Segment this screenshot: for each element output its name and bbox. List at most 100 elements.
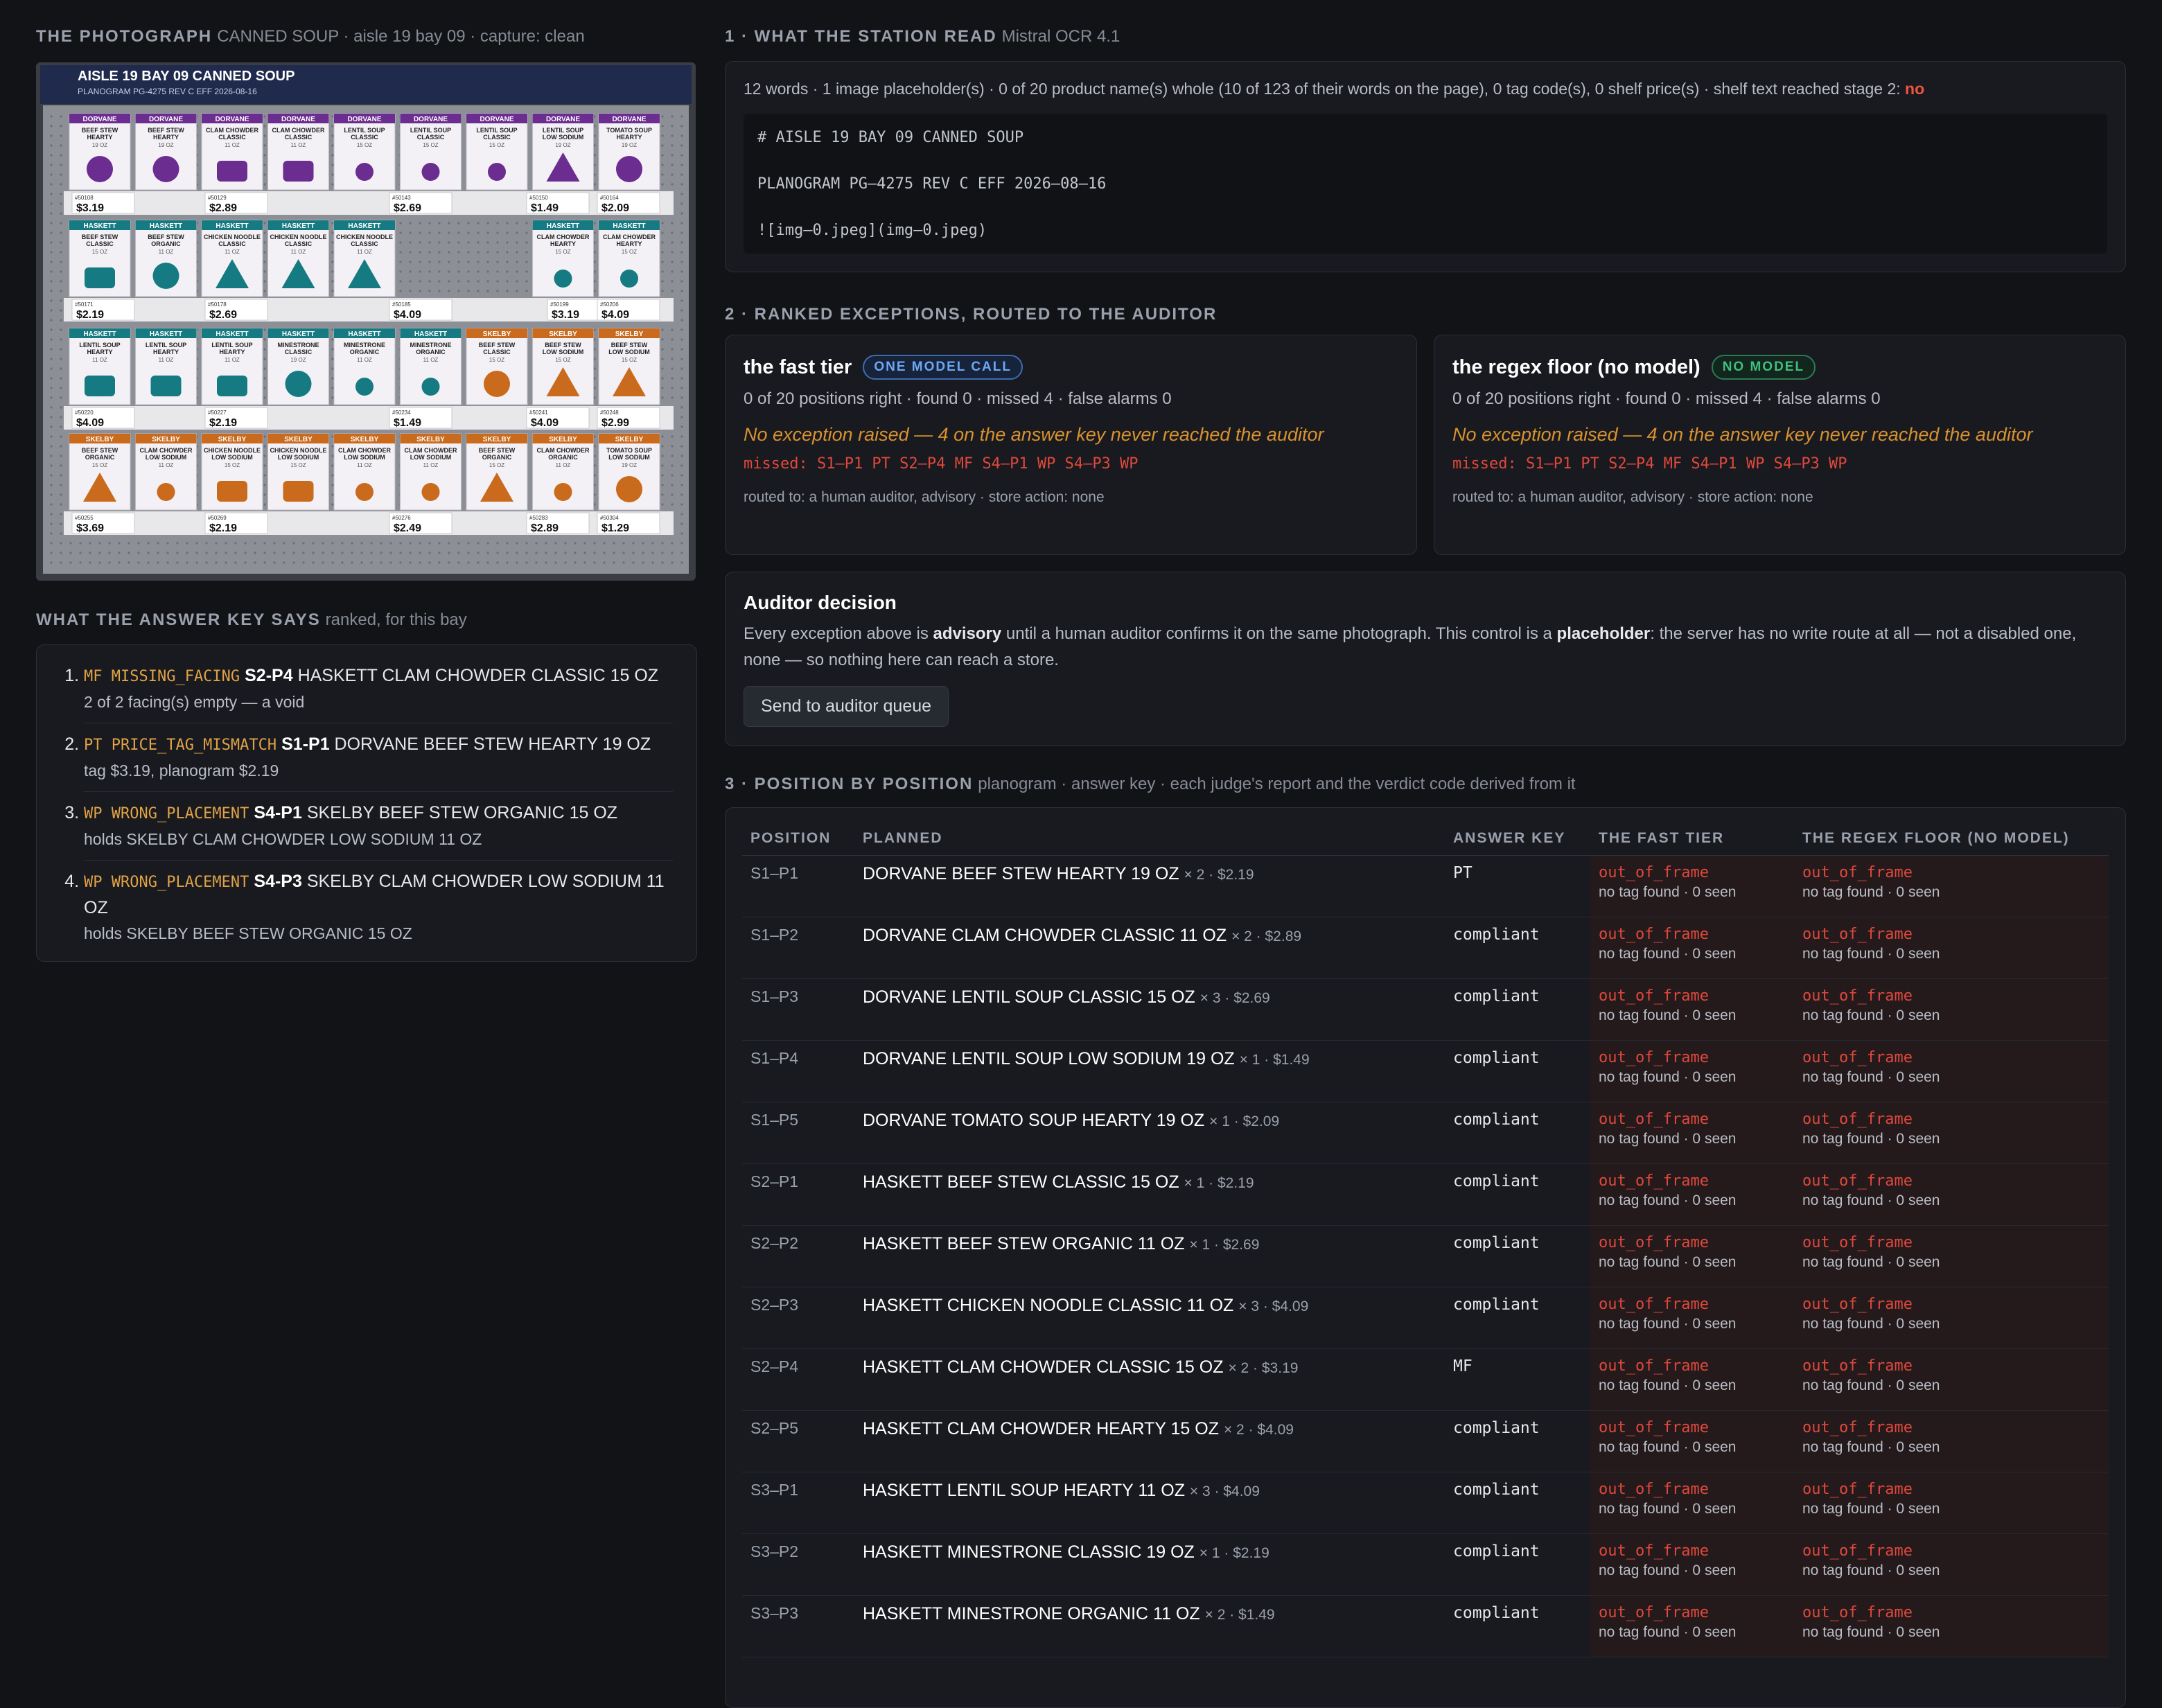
product-name: ORGANIC xyxy=(85,454,115,461)
pegboard-hole xyxy=(428,261,431,263)
pegboard-hole xyxy=(680,522,683,525)
pegboard-hole xyxy=(69,561,72,564)
planned-product: DORVANE CLAM CHOWDER CLASSIC 11 OZ xyxy=(863,926,1227,945)
pegboard-hole xyxy=(671,377,674,380)
judge-note: no tag found · 0 seen xyxy=(1599,1131,1737,1147)
pegboard-hole xyxy=(564,561,567,564)
pegboard-hole xyxy=(496,280,499,283)
pegboard-hole xyxy=(651,552,654,554)
product-name: HEARTY xyxy=(153,134,179,141)
pegboard-hole xyxy=(661,455,664,457)
pegboard-hole xyxy=(457,270,460,273)
pegboard-hole xyxy=(341,561,344,564)
col-planned: PLANNED xyxy=(854,820,1445,856)
tag-price: $2.19 xyxy=(76,309,104,321)
product-graphic xyxy=(152,156,179,182)
product-size: 11 OZ xyxy=(291,249,306,255)
verdict-code: out_of_frame xyxy=(1599,1111,1709,1128)
pegboard-hole xyxy=(428,270,431,273)
product-name: CLASSIC xyxy=(218,240,246,247)
judge-note: no tag found · 0 seen xyxy=(1802,1501,1940,1517)
pegboard-hole xyxy=(157,542,159,545)
product-name: BEEF STEW xyxy=(82,234,118,240)
pegboard-hole xyxy=(128,542,130,545)
pegboard-hole xyxy=(671,173,674,176)
pegboard-hole xyxy=(496,561,499,564)
judge-note: no tag found · 0 seen xyxy=(1802,1624,1940,1640)
pegboard-hole xyxy=(60,522,62,525)
planned-meta: × 1 · $2.09 xyxy=(1209,1113,1280,1129)
exception-code: MF MISSING_FACING xyxy=(84,668,240,685)
regex-floor-title: the regex floor (no model) NO MODEL xyxy=(1452,353,2107,381)
answer-key-cell: compliant xyxy=(1445,1287,1590,1349)
verdict-code: out_of_frame xyxy=(1599,1172,1709,1190)
pegboard-hole xyxy=(389,552,392,554)
pegboard-hole xyxy=(419,261,421,263)
pegboard-hole xyxy=(593,561,596,564)
position-cell: S2–P2 xyxy=(742,1225,854,1287)
position-cell: S3–P1 xyxy=(742,1472,854,1534)
verdict-code: out_of_frame xyxy=(1802,1357,1913,1375)
judge-note: no tag found · 0 seen xyxy=(1599,1377,1737,1393)
pegboard-hole xyxy=(283,561,285,564)
verdict-code: out_of_frame xyxy=(1802,1172,1913,1190)
product-graphic xyxy=(217,481,247,502)
pegboard-hole xyxy=(438,251,441,254)
pegboard-hole xyxy=(50,522,53,525)
planned-product: HASKETT BEEF STEW CLASSIC 15 OZ xyxy=(863,1172,1179,1192)
product-brand: SKELBY xyxy=(615,436,644,443)
pegboard-hole xyxy=(486,261,489,263)
tag-price: $2.89 xyxy=(209,202,237,214)
pegboard-hole xyxy=(89,561,91,564)
pegboard-hole xyxy=(79,542,82,545)
pegboard-hole xyxy=(457,561,460,564)
fast-tier-cell: out_of_frame no tag found · 0 seen xyxy=(1590,1348,1794,1411)
verdict-code: out_of_frame xyxy=(1599,1542,1709,1560)
pegboard-hole xyxy=(661,552,664,554)
pegboard-hole xyxy=(147,542,150,545)
table-row: S2–P3 HASKETT CHICKEN NOODLE CLASSIC 11 O… xyxy=(742,1287,2109,1349)
answer-key-cell: compliant xyxy=(1445,1163,1590,1226)
pegboard-hole xyxy=(477,542,480,545)
fast-tier-cell: out_of_frame no tag found · 0 seen xyxy=(1590,1533,1794,1596)
pegboard-hole xyxy=(661,348,664,351)
pegboard-hole xyxy=(50,367,53,370)
tag-code: #50241 xyxy=(529,410,548,416)
pegboard-hole xyxy=(50,338,53,341)
exception-code: PT PRICE_TAG_MISMATCH xyxy=(84,737,277,754)
judge-note: no tag found · 0 seen xyxy=(1599,1316,1737,1332)
send-to-auditor-queue-button[interactable]: Send to auditor queue xyxy=(744,686,949,727)
pegboard-hole xyxy=(50,532,53,535)
verdict-code: out_of_frame xyxy=(1802,1049,1913,1066)
pegboard-hole xyxy=(370,552,373,554)
ocr-card: 12 words · 1 image placeholder(s) · 0 of… xyxy=(725,61,2126,272)
pegboard-hole xyxy=(50,503,53,506)
pegboard-hole xyxy=(680,202,683,205)
pegboard-hole xyxy=(680,387,683,389)
pegboard-hole xyxy=(331,183,334,186)
pegboard-hole xyxy=(486,222,489,224)
pegboard-hole xyxy=(671,231,674,234)
product-size: 11 OZ xyxy=(159,249,174,255)
planned-cell: HASKETT BEEF STEW CLASSIC 15 OZ × 1 · $2… xyxy=(854,1163,1445,1226)
auditor-text: Every exception above is advisory until … xyxy=(744,621,2107,673)
pegboard-hole xyxy=(680,115,683,118)
pegboard-hole xyxy=(60,445,62,448)
answer-key-header: WHAT THE ANSWER KEY SAYS ranked, for thi… xyxy=(36,606,696,633)
pegboard-hole xyxy=(671,183,674,186)
pegboard-hole xyxy=(680,435,683,438)
judge-note: no tag found · 0 seen xyxy=(1599,1069,1737,1085)
pegboard-hole xyxy=(176,561,179,564)
verdict-code: out_of_frame xyxy=(1599,1604,1709,1621)
pegboard-hole xyxy=(205,552,208,554)
pegboard-hole xyxy=(506,552,509,554)
product-size: 15 OZ xyxy=(423,142,438,148)
pegboard-hole xyxy=(545,542,547,545)
pegboard-hole xyxy=(50,328,53,331)
pegboard-hole xyxy=(680,261,683,263)
regex-floor-cell: out_of_frame no tag found · 0 seen xyxy=(1794,1163,2109,1226)
pegboard-hole xyxy=(467,231,470,234)
product-name: TOMATO SOUP xyxy=(606,447,652,454)
pegboard-hole xyxy=(438,290,441,292)
pegboard-hole xyxy=(680,542,683,545)
